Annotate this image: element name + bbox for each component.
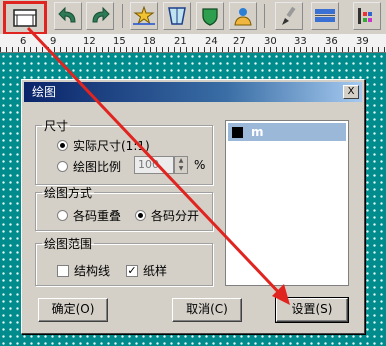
size-group-legend: 尺寸 xyxy=(44,119,69,133)
radio-selected-icon xyxy=(135,210,146,221)
dialog-titlebar[interactable]: 绘图 X xyxy=(24,82,362,102)
ruler-label: 12 xyxy=(83,36,96,47)
actual-size-label: 实际尺寸(1:1) xyxy=(73,139,150,153)
toolbar-separator xyxy=(122,4,123,28)
ok-button[interactable]: 确定(O) xyxy=(38,298,108,322)
plot-range-legend: 绘图范围 xyxy=(44,237,93,251)
list-item[interactable]: m xyxy=(228,123,346,141)
plot-frame-button[interactable] xyxy=(3,1,47,35)
settings-button[interactable]: 设置(S) xyxy=(275,297,349,323)
color-grid-icon xyxy=(358,8,372,24)
ruler-label: 21 xyxy=(174,36,187,47)
plot-scale-label: 绘图比例 xyxy=(73,160,122,174)
plot-mode-legend: 绘图方式 xyxy=(44,186,93,200)
brush-button[interactable] xyxy=(275,2,303,30)
spin-up-icon[interactable]: ▲ xyxy=(175,157,187,165)
plot-scale-radio[interactable]: 绘图比例 xyxy=(57,158,121,175)
plot-frame-icon xyxy=(13,9,37,27)
percent-label: % xyxy=(194,158,206,172)
star-shape-icon xyxy=(133,6,155,25)
structure-lines-label: 结构线 xyxy=(74,264,111,278)
structure-lines-checkbox[interactable]: 结构线 xyxy=(57,262,110,279)
spin-down-icon[interactable]: ▼ xyxy=(175,165,187,173)
paper-pattern-label: 纸样 xyxy=(143,264,168,278)
shield-icon xyxy=(202,8,218,26)
toolbar-separator xyxy=(264,4,265,28)
undo-button[interactable] xyxy=(54,2,82,30)
horizontal-ruler: 6 9 12 15 18 21 24 27 30 33 36 39 xyxy=(0,34,386,53)
undo-icon xyxy=(58,6,76,23)
trapezoid-icon xyxy=(168,7,186,25)
ruler-ticks xyxy=(0,47,386,52)
ruler-label: 18 xyxy=(143,36,156,47)
pattern-icon xyxy=(315,9,335,22)
separate-radio[interactable]: 各码分开 xyxy=(135,207,199,224)
color-grid-button[interactable] xyxy=(353,2,381,30)
ruler-label: 39 xyxy=(356,36,369,47)
shield-button[interactable] xyxy=(196,2,224,30)
scale-spinner[interactable]: ▲ ▼ xyxy=(174,156,188,174)
main-toolbar xyxy=(0,0,386,35)
ruler-label: 36 xyxy=(325,36,338,47)
ruler-label: 27 xyxy=(233,36,246,47)
radio-unselected-icon xyxy=(57,161,68,172)
ruler-label: 15 xyxy=(113,36,126,47)
radio-selected-icon xyxy=(57,140,68,151)
person-button[interactable] xyxy=(229,2,257,30)
overlap-radio[interactable]: 各码重叠 xyxy=(57,207,121,224)
checkbox-unchecked-icon xyxy=(57,264,69,277)
color-swatch xyxy=(232,126,243,138)
ruler-label: 6 xyxy=(20,36,27,47)
cancel-button[interactable]: 取消(C) xyxy=(172,298,242,322)
redo-icon xyxy=(92,6,110,23)
radio-unselected-icon xyxy=(57,210,68,221)
pattern-button[interactable] xyxy=(311,2,339,30)
star-shape-button[interactable] xyxy=(130,2,158,30)
plot-dialog: 绘图 X 尺寸 实际尺寸(1:1) 绘图比例 100 ▲ ▼ % 绘图方式 各码… xyxy=(21,79,365,334)
close-icon: X xyxy=(347,86,355,97)
ruler-label: 33 xyxy=(294,36,307,47)
ruler-label: 24 xyxy=(205,36,218,47)
actual-size-radio[interactable]: 实际尺寸(1:1) xyxy=(57,137,150,154)
scale-input[interactable]: 100 xyxy=(134,156,174,174)
person-icon xyxy=(234,8,252,26)
close-button[interactable]: X xyxy=(343,85,359,99)
checkbox-checked-icon: ✓ xyxy=(126,263,138,277)
separate-label: 各码分开 xyxy=(151,209,200,223)
paper-pattern-checkbox[interactable]: ✓ 纸样 xyxy=(126,262,167,279)
ruler-label: 9 xyxy=(50,36,57,47)
trapezoid-button[interactable] xyxy=(163,2,191,30)
redo-button[interactable] xyxy=(86,2,114,30)
dialog-title: 绘图 xyxy=(32,85,57,99)
size-list[interactable]: m xyxy=(225,120,349,286)
overlap-label: 各码重叠 xyxy=(73,209,122,223)
ruler-label: 30 xyxy=(264,36,277,47)
brush-icon xyxy=(282,6,296,25)
list-item-label: m xyxy=(251,125,264,139)
